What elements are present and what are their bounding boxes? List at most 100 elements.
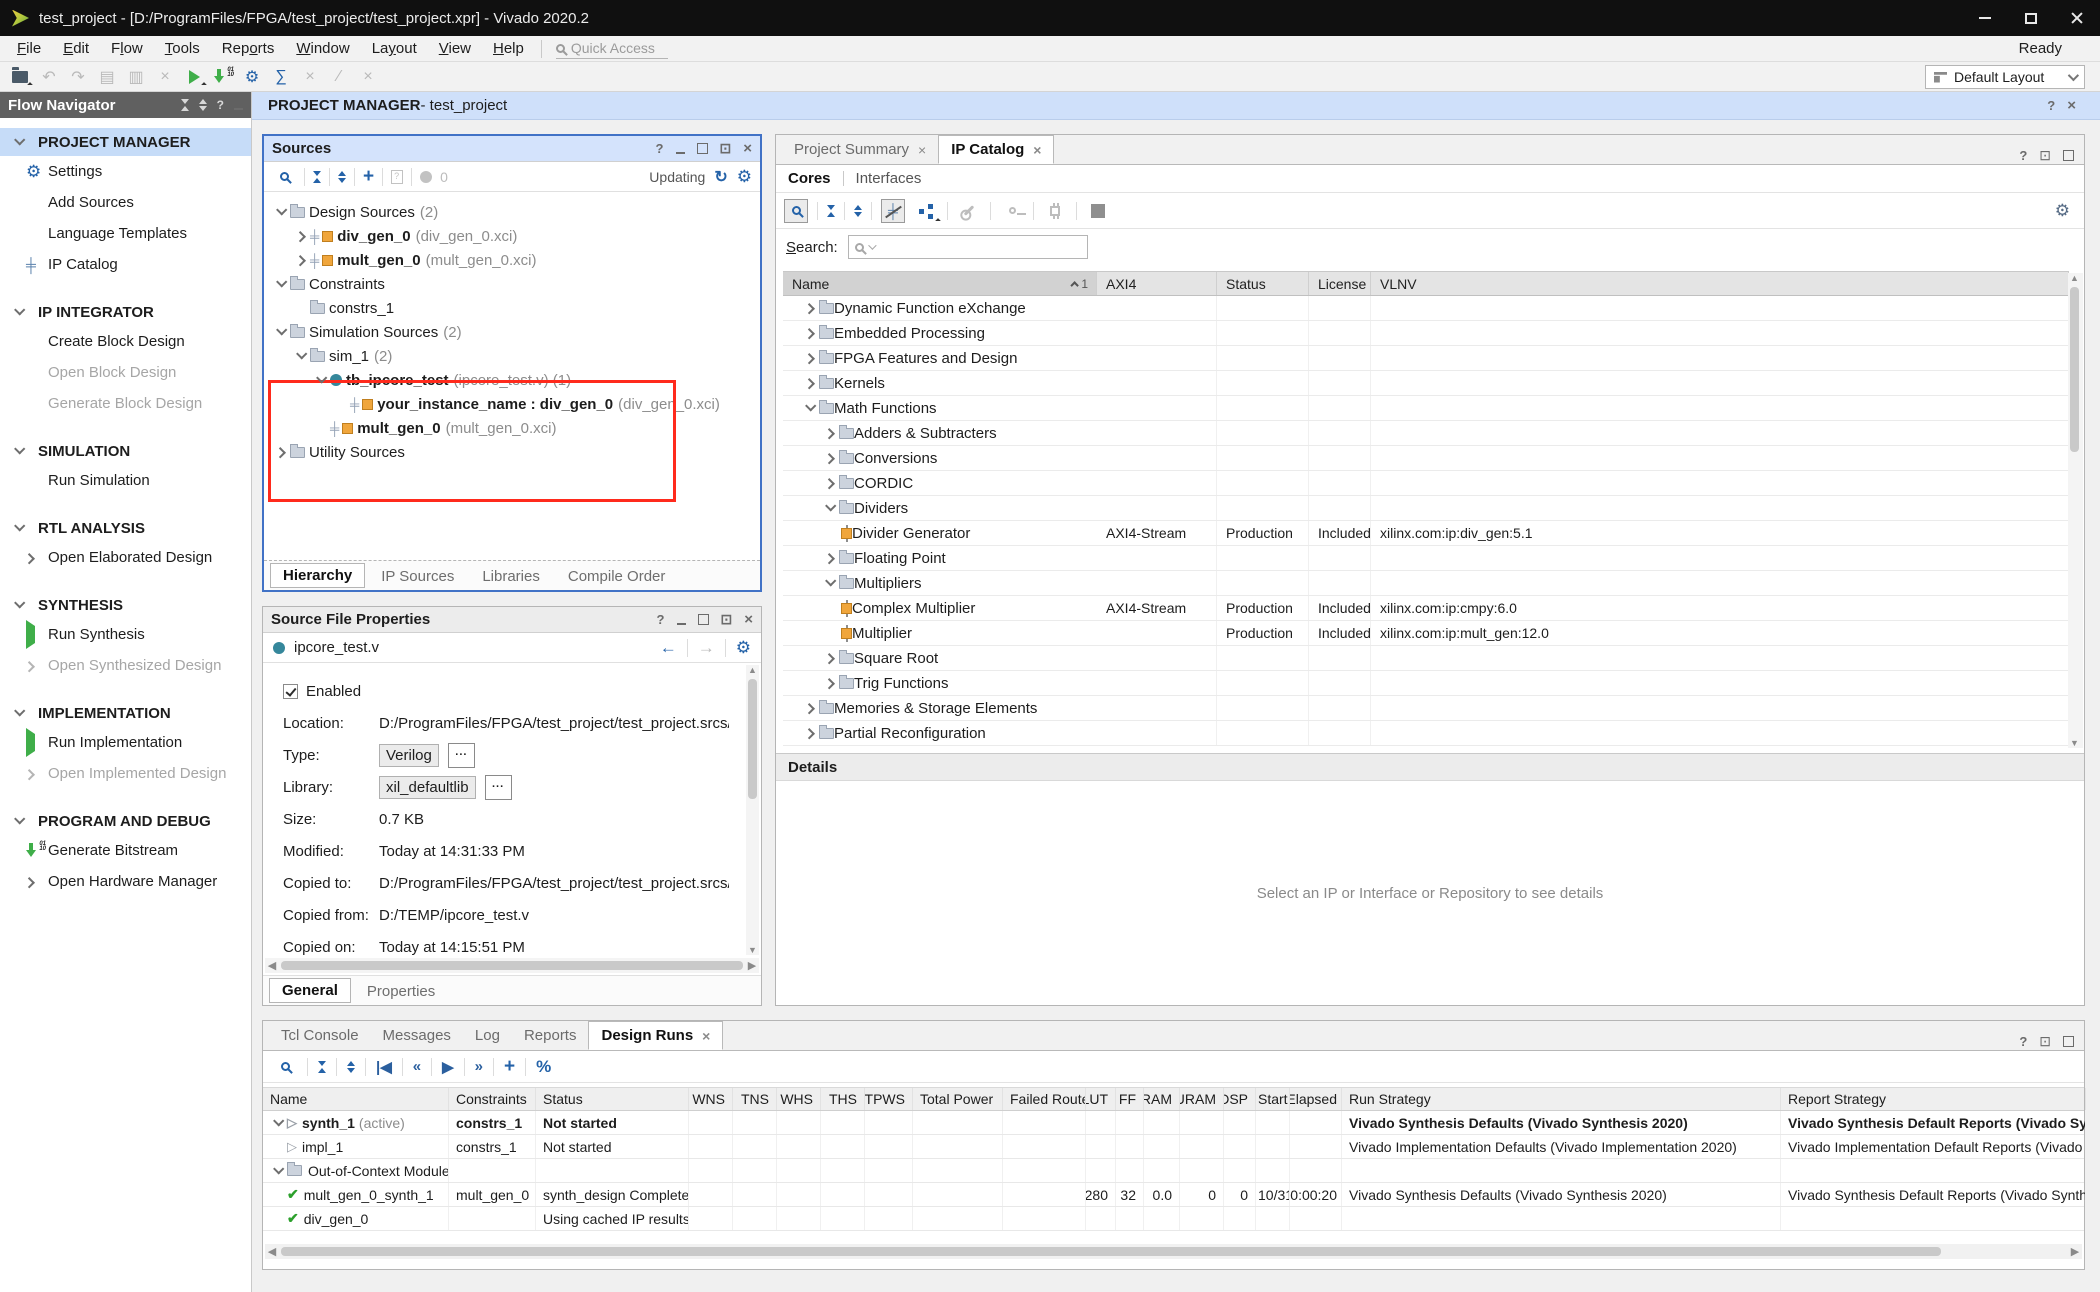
column-header-tpws[interactable]: TPWS	[865, 1088, 913, 1110]
subtab-interfaces[interactable]: Interfaces	[856, 170, 922, 187]
back-arrow-icon[interactable]: ←	[660, 638, 677, 658]
chevron-right-icon[interactable]	[292, 228, 310, 244]
column-header-failed-routes[interactable]: Failed Routes	[1003, 1088, 1086, 1110]
first-step-icon[interactable]: |◀	[376, 1058, 392, 1076]
sidebar-item-open-hardware-manager[interactable]: Open Hardware Manager	[0, 866, 251, 897]
column-header-whs[interactable]: WHS	[777, 1088, 821, 1110]
column-header-bram[interactable]: BRAM	[1144, 1088, 1180, 1110]
expand-all-icon[interactable]	[199, 99, 207, 111]
license-key-icon[interactable]	[1000, 199, 1024, 223]
stop-icon[interactable]	[1086, 199, 1110, 223]
run-row-div-gen-0[interactable]: ✔div_gen_0Using cached IP results	[263, 1207, 2084, 1231]
ip-row-complex-multiplier[interactable]: Complex MultiplierAXI4-StreamProductionI…	[783, 596, 2069, 621]
sidebar-item-open-block-design[interactable]: Open Block Design	[0, 357, 251, 388]
close-panel-icon[interactable]	[743, 142, 752, 155]
column-header-report-strategy[interactable]: Report Strategy	[1781, 1088, 2086, 1110]
delete-icon[interactable]: ×	[155, 67, 175, 87]
ellipsis-button[interactable]	[448, 743, 475, 768]
search-icon[interactable]	[272, 165, 296, 189]
menu-edit[interactable]: Edit	[52, 40, 100, 57]
menu-tools[interactable]: Tools	[154, 40, 211, 57]
maximize-panel-icon[interactable]	[2063, 1036, 2074, 1047]
sidebar-item-settings[interactable]: ⚙Settings	[0, 156, 251, 187]
chevron-down-icon[interactable]	[10, 134, 28, 150]
ip-row-dividers[interactable]: Dividers	[783, 496, 2069, 521]
ip-row-cordic[interactable]: CORDIC	[783, 471, 2069, 496]
abort-icon[interactable]: ×	[358, 67, 378, 87]
close-icon[interactable]	[1033, 142, 1041, 158]
menu-window[interactable]: Window	[285, 40, 360, 57]
add-sources-icon[interactable]: +	[363, 169, 374, 185]
vertical-scrollbar[interactable]: ▲▼	[746, 665, 759, 955]
float-panel-icon[interactable]	[720, 142, 732, 155]
chevron-right-icon[interactable]	[821, 675, 839, 691]
scrollbar-thumb[interactable]	[281, 1247, 1941, 1256]
tree-row-your-instance-name-div-gen-0[interactable]: your_instance_name : div_gen_0(div_gen_0…	[264, 392, 760, 416]
horizontal-scrollbar[interactable]: ◀▶	[265, 958, 759, 973]
settings-gear-icon[interactable]: ⚙	[736, 640, 751, 656]
sidebar-item-run-synthesis[interactable]: Run Synthesis	[0, 619, 251, 650]
float-panel-icon[interactable]	[2039, 1033, 2051, 1050]
paste-icon[interactable]: ▥	[126, 67, 146, 87]
tree-row-tb-ipcore-test[interactable]: tb_ipcore_test(ipcore_test.v) (1)	[264, 368, 760, 392]
report-sigma-icon[interactable]: ∑	[271, 67, 291, 87]
create-run-icon[interactable]: +	[504, 1059, 515, 1075]
chevron-down-icon[interactable]	[801, 400, 819, 416]
collapse-all-icon[interactable]	[181, 99, 189, 111]
ip-row-kernels[interactable]: Kernels	[783, 371, 2069, 396]
tab-general[interactable]: General	[269, 978, 351, 1003]
hide-incompatible-ip-icon[interactable]: ╪	[881, 199, 905, 223]
sidebar-section-header-project-manager[interactable]: PROJECT MANAGER	[0, 128, 251, 156]
help-icon[interactable]	[2019, 148, 2027, 163]
sidebar-section-header-synthesis[interactable]: SYNTHESIS	[0, 591, 251, 619]
quick-access-input[interactable]: Quick Access	[556, 39, 668, 59]
chevron-right-icon[interactable]	[801, 725, 819, 741]
layout-selector[interactable]: Default Layout	[1925, 65, 2085, 89]
maximize-panel-icon[interactable]	[697, 143, 708, 154]
ip-row-floating-point[interactable]: Floating Point	[783, 546, 2069, 571]
ip-row-memories-storage-elements[interactable]: Memories & Storage Elements	[783, 696, 2069, 721]
run-row-out-of-context-module-runs[interactable]: Out-of-Context Module Runs	[263, 1159, 2084, 1183]
column-header-license[interactable]: License	[1309, 272, 1371, 295]
minimize-button[interactable]	[1962, 0, 2008, 36]
help-icon[interactable]	[217, 98, 224, 112]
scrollbar-thumb[interactable]	[748, 679, 757, 799]
chevron-down-icon[interactable]	[10, 597, 28, 613]
column-header-start[interactable]: Start	[1256, 1088, 1290, 1110]
ip-row-dynamic-function-exchange[interactable]: Dynamic Function eXchange	[783, 296, 2069, 321]
chevron-down-icon[interactable]	[272, 276, 290, 292]
close-button[interactable]	[2054, 0, 2100, 36]
ip-row-multipliers[interactable]: Multipliers	[783, 571, 2069, 596]
copy-icon[interactable]: ▤	[97, 67, 117, 87]
chevron-down-icon[interactable]	[821, 575, 839, 591]
chevron-down-icon[interactable]	[312, 372, 330, 388]
chevron-right-icon[interactable]	[272, 444, 290, 460]
chevron-right-icon[interactable]	[821, 450, 839, 466]
chevron-right-icon[interactable]	[801, 300, 819, 316]
ip-row-multiplier[interactable]: MultiplierProductionIncludedxilinx.com:i…	[783, 621, 2069, 646]
menu-help[interactable]: Help	[482, 40, 535, 57]
maximize-panel-icon[interactable]	[698, 614, 709, 625]
column-header-status[interactable]: Status	[1217, 272, 1309, 295]
chevron-right-icon[interactable]	[821, 650, 839, 666]
customize-ip-wrench-icon[interactable]	[957, 199, 981, 223]
sidebar-section-header-rtl-analysis[interactable]: RTL ANALYSIS	[0, 514, 251, 542]
collapse-all-icon[interactable]	[313, 171, 321, 183]
vertical-scrollbar[interactable]: ▲ ▼	[2068, 273, 2083, 748]
search-icon[interactable]	[784, 199, 808, 223]
chevron-right-icon[interactable]	[26, 548, 48, 568]
help-icon[interactable]	[2047, 99, 2055, 112]
scrollbar-thumb[interactable]	[281, 961, 743, 970]
sidebar-section-header-simulation[interactable]: SIMULATION	[0, 437, 251, 465]
menu-file[interactable]: File	[6, 40, 52, 57]
ip-row-partial-reconfiguration[interactable]: Partial Reconfiguration	[783, 721, 2069, 746]
chevron-down-icon[interactable]	[10, 304, 28, 320]
chevron-right-icon[interactable]	[801, 700, 819, 716]
ellipsis-button[interactable]	[485, 775, 512, 800]
chevron-down-icon[interactable]	[292, 348, 310, 364]
chevron-down-icon[interactable]	[272, 324, 290, 340]
column-header-name[interactable]: Name1	[783, 272, 1097, 295]
tab-ip-catalog[interactable]: IP Catalog	[938, 135, 1054, 164]
edit-icon[interactable]: ∕	[329, 67, 349, 87]
step-forward-icon[interactable]: »	[475, 1058, 483, 1075]
